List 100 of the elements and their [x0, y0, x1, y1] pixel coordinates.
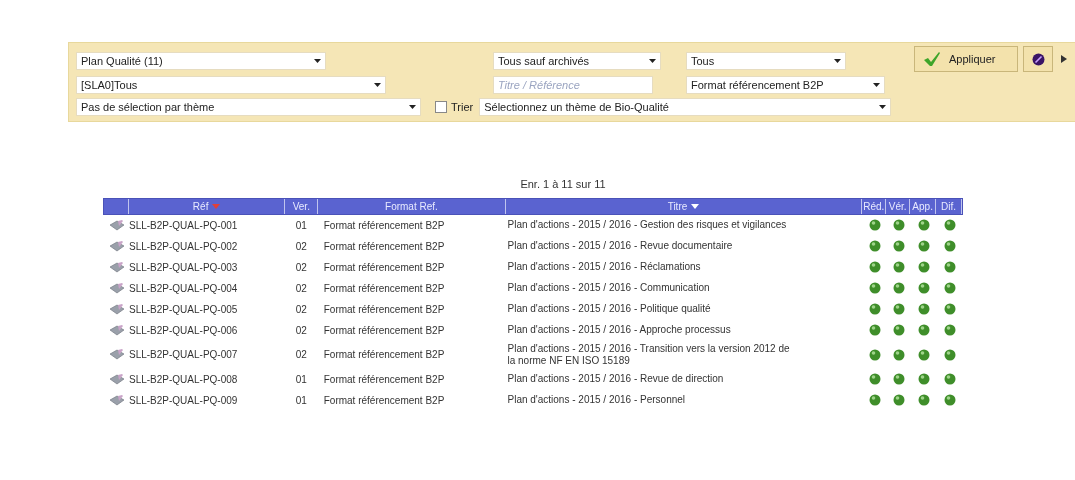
status-ball-icon — [869, 324, 882, 336]
document-pencil-icon — [109, 372, 126, 386]
table-cell-text: SLL-B2P-QUAL-PQ-005 — [127, 302, 239, 317]
document-pencil-icon — [109, 348, 126, 361]
table-cell-text: SLL-B2P-QUAL-PQ-006 — [127, 323, 239, 338]
column-header[interactable]: Réd. — [862, 198, 887, 214]
table-cell-text: Plan d'actions - 2015 / 2016 - Transition vers la version 2012 de la norme NF EN ISO 15189 — [506, 341, 791, 368]
status-ball-icon — [944, 261, 956, 273]
column-header[interactable]: Ver. — [285, 198, 319, 214]
checkbox[interactable] — [435, 101, 447, 113]
dropdown-caret-icon — [649, 59, 656, 63]
status-ball-icon — [869, 282, 882, 294]
dropdown-caret-icon — [873, 83, 880, 87]
table-cell-text: SLL-B2P-QUAL-PQ-002 — [127, 239, 239, 254]
status-ball-icon — [944, 373, 956, 385]
checkbox-label: Trier — [451, 99, 474, 115]
dropdown[interactable]: Tous — [686, 52, 846, 70]
status-ball-icon — [893, 282, 906, 294]
status-ball-icon — [918, 373, 931, 385]
status-ball-icon — [893, 261, 906, 273]
column-header[interactable]: Dif. — [936, 198, 962, 214]
table-cell-text: Plan d'actions - 2015 / 2016 - Revue documentaire — [506, 239, 734, 253]
column-header[interactable]: Titre — [505, 198, 863, 214]
table-cell-text: Plan d'actions - 2015 / 2016 - Réclamations — [506, 260, 702, 274]
table-cell-text: SLL-B2P-QUAL-PQ-001 — [127, 218, 239, 233]
table-cell-text: Format référencement B2P — [322, 239, 446, 254]
status-ball-icon — [918, 282, 931, 294]
table-cell-text: 02 — [294, 239, 308, 254]
column-header[interactable]: App. — [910, 198, 937, 214]
table-cell-text: SLL-B2P-QUAL-PQ-004 — [127, 281, 239, 296]
table-cell-text: Plan d'actions - 2015 / 2016 - Approche processus — [506, 323, 732, 337]
column-header[interactable]: Format Ref. — [318, 198, 506, 214]
table-cell-text: Plan d'actions - 2015 / 2016 - Personnel — [506, 393, 687, 407]
dropdown-caret-icon — [409, 105, 416, 109]
table-cell-text: SLL-B2P-QUAL-PQ-007 — [127, 348, 239, 362]
dropdown-caret-icon — [314, 59, 321, 63]
dropdown[interactable]: Format référencement B2P — [686, 76, 885, 94]
document-pencil-icon — [109, 393, 126, 407]
status-ball-icon — [893, 394, 906, 406]
apply-button[interactable]: Appliquer — [914, 46, 1018, 72]
dropdown[interactable]: [SLA0]Tous — [76, 76, 386, 94]
table-cell-text: Format référencement B2P — [322, 302, 446, 317]
table-cell-text: SLL-B2P-QUAL-PQ-009 — [127, 393, 239, 408]
table-cell-text: 02 — [294, 302, 308, 317]
document-pencil-icon — [109, 281, 126, 295]
table-cell-text: SLL-B2P-QUAL-PQ-003 — [127, 260, 239, 275]
status-ball-icon — [944, 240, 956, 252]
table-cell-text: 01 — [294, 218, 308, 233]
table-cell-text: Plan d'actions - 2015 / 2016 - Communication — [506, 281, 711, 295]
status-ball-icon — [918, 261, 931, 273]
table-cell-text: 01 — [294, 393, 308, 408]
status-ball-icon — [893, 240, 906, 252]
arrow-icon[interactable] — [1061, 55, 1067, 63]
document-pencil-icon — [109, 218, 126, 232]
table-cell-text: Format référencement B2P — [322, 218, 446, 233]
table-cell-text: Plan d'actions - 2015 / 2016 - Politique qualité — [506, 302, 712, 316]
dropdown[interactable]: Plan Qualité (11) — [76, 52, 326, 70]
document-pencil-icon — [109, 260, 126, 274]
dropdown[interactable]: Pas de sélection par thème — [76, 98, 421, 116]
status-ball-icon — [869, 219, 882, 231]
table-cell-text: Format référencement B2P — [322, 323, 446, 338]
table-cell-text: Plan d'actions - 2015 / 2016 - Gestion des risques et vigilances — [506, 218, 788, 232]
status-ball-icon — [893, 303, 906, 315]
table-cell-text: Format référencement B2P — [322, 372, 446, 387]
table-cell-text: Format référencement B2P — [322, 348, 446, 362]
dropdown-caret-icon — [834, 59, 841, 63]
dropdown-caret-icon — [374, 83, 381, 87]
status-ball-icon — [918, 394, 931, 406]
search-field[interactable]: Titre / Référence — [493, 76, 653, 94]
forbidden-icon — [1031, 52, 1045, 66]
status-ball-icon — [944, 324, 956, 336]
table-cell-text: 01 — [294, 372, 308, 387]
status-ball-icon — [869, 303, 882, 315]
checkmark-icon — [923, 51, 941, 67]
column-header[interactable]: Réf — [128, 198, 286, 214]
dropdown[interactable]: Tous sauf archivés — [493, 52, 661, 70]
status-ball-icon — [893, 348, 906, 361]
status-ball-icon — [944, 394, 956, 406]
status-ball-icon — [918, 348, 931, 361]
table-cell-text: 02 — [294, 323, 308, 338]
status-ball-icon — [893, 373, 906, 385]
status-ball-icon — [869, 261, 882, 273]
status-ball-icon — [918, 324, 931, 336]
dropdown[interactable]: Sélectionnez un thème de Bio-Qualité — [479, 98, 892, 116]
status-ball-icon — [869, 348, 882, 361]
status-ball-icon — [918, 303, 931, 315]
pager-text: Enr. 1 à 11 sur 11 — [520, 177, 606, 192]
status-ball-icon — [869, 240, 882, 252]
dropdown-caret-icon — [879, 105, 887, 109]
status-ball-icon — [869, 394, 882, 406]
status-ball-icon — [918, 240, 931, 252]
column-header[interactable]: Vér. — [886, 198, 911, 214]
table-cell-text: Format référencement B2P — [322, 281, 446, 296]
cancel-icon-button[interactable] — [1023, 46, 1053, 72]
table-cell-text: 02 — [294, 281, 308, 296]
table-cell-text: 02 — [294, 348, 308, 362]
status-ball-icon — [893, 324, 906, 336]
table-cell-text: Format référencement B2P — [322, 260, 446, 275]
status-ball-icon — [918, 219, 931, 231]
status-ball-icon — [944, 219, 956, 231]
